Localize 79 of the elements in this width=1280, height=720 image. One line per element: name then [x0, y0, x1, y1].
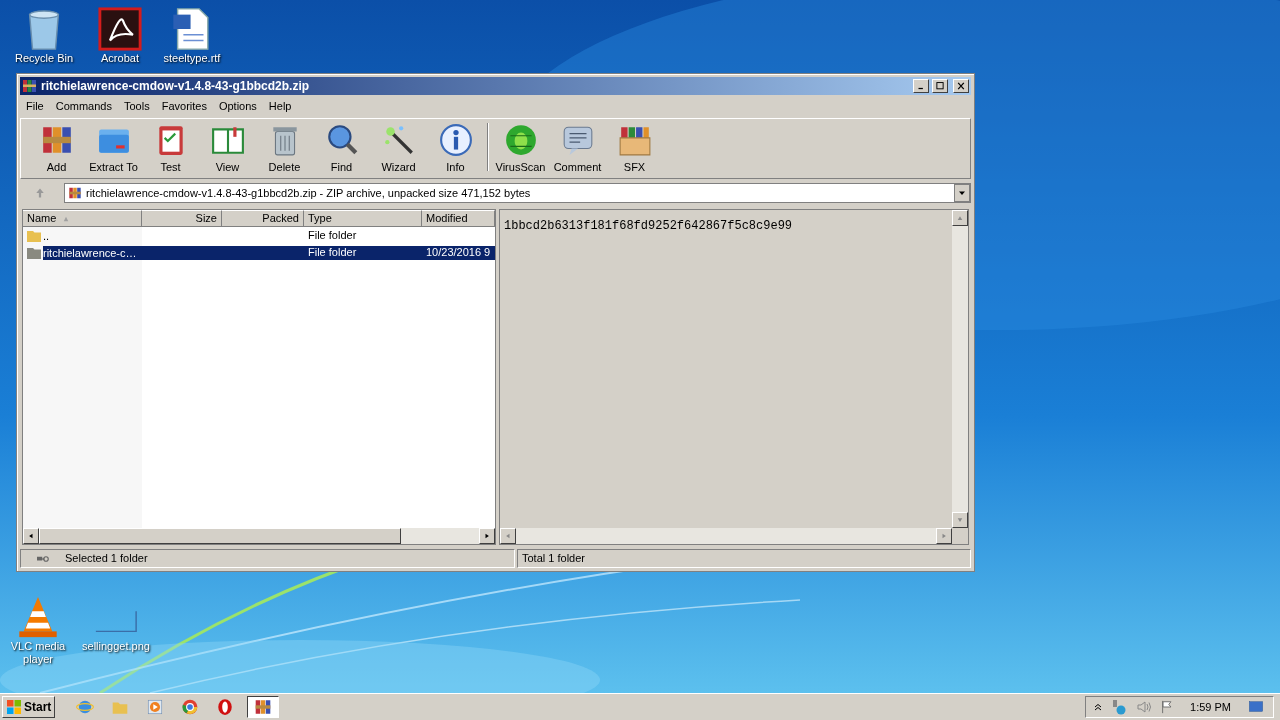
- archive-books-icon: [68, 186, 82, 201]
- scroll-right-button[interactable]: [936, 528, 952, 545]
- menu-item[interactable]: Commands: [55, 97, 112, 115]
- toolbar-button[interactable]: Info: [428, 119, 483, 176]
- address-field[interactable]: ritchielawrence-cmdow-v1.4.8-43-g1bbcd2b.zip - ZIP archive, unpacked size 471,152 bytes: [64, 183, 971, 204]
- speaker-icon: [1136, 699, 1153, 715]
- toolbar-button[interactable]: View: [200, 119, 255, 176]
- toolbar-button[interactable]: Delete: [257, 119, 312, 176]
- toolbar-button[interactable]: Extract To: [86, 119, 141, 176]
- archive-books-icon: [22, 78, 38, 94]
- file-name[interactable]: ritchielawrence-c…: [43, 245, 142, 260]
- toolbar-button[interactable]: Test: [143, 119, 198, 176]
- horizontal-scrollbar[interactable]: [23, 528, 495, 545]
- status-text: Selected 1 folder: [65, 551, 148, 567]
- horizontal-scrollbar[interactable]: [500, 528, 952, 545]
- column-header[interactable]: Packed: [222, 210, 304, 228]
- flag-icon: [1160, 699, 1175, 715]
- minimize-button[interactable]: [913, 79, 929, 93]
- toolbar-button[interactable]: SFX: [607, 119, 662, 176]
- column-header[interactable]: Name: [23, 210, 142, 228]
- file-row[interactable]: ritchielawrence-c… File folder 10/23/2016 9: [43, 245, 495, 260]
- browser-o-icon: [216, 698, 235, 716]
- scroll-down-button[interactable]: [952, 512, 968, 529]
- file-name[interactable]: ..: [43, 228, 142, 243]
- windows-logo-icon: [6, 699, 22, 715]
- scroll-up-button[interactable]: [952, 210, 968, 227]
- bug-icon: [503, 122, 538, 157]
- maximize-icon: [935, 81, 945, 91]
- close-icon: [956, 81, 966, 91]
- address-text: ritchielawrence-cmdow-v1.4.8-43-g1bbcd2b.zip - ZIP archive, unpacked size 471,152 bytes: [86, 186, 532, 201]
- scroll-left-button[interactable]: [23, 528, 39, 545]
- dropdown-button[interactable]: [954, 184, 970, 203]
- play-icon: [146, 698, 165, 716]
- toolbar-button[interactable]: Add: [29, 119, 84, 176]
- up-arrow-icon: [956, 215, 964, 222]
- file-row[interactable]: .. File folder: [43, 228, 495, 243]
- maximize-button[interactable]: [932, 79, 948, 93]
- up-arrow-icon: [34, 187, 46, 200]
- scroll-thumb[interactable]: [39, 528, 401, 545]
- info-icon: [438, 122, 473, 157]
- window-title: ritchielawrence-cmdow-v1.4.8-43-g1bbcd2b.zip: [41, 78, 311, 95]
- column-header[interactable]: Type: [304, 210, 422, 228]
- toolbar-button[interactable]: VirusScan: [493, 119, 548, 176]
- table-cell: File folder: [308, 245, 357, 260]
- start-button[interactable]: Start: [2, 696, 56, 718]
- menu-item[interactable]: File: [26, 97, 44, 115]
- chevron-up-icon: [1094, 702, 1103, 712]
- right-arrow-icon: [941, 532, 947, 541]
- show-desktop-icon: [1247, 700, 1265, 714]
- column-header[interactable]: Size: [142, 210, 222, 228]
- menu-item[interactable]: Help: [268, 97, 292, 115]
- archive-books-icon: [254, 698, 273, 716]
- close-button[interactable]: [953, 79, 969, 93]
- icon-label[interactable]: Recycle Bin: [14, 52, 74, 65]
- down-arrow-icon: [956, 517, 964, 524]
- toolbar-button[interactable]: Wizard: [371, 119, 426, 176]
- menu-item[interactable]: Options: [218, 97, 257, 115]
- left-arrow-icon: [28, 532, 34, 541]
- taskbar-app[interactable]: [247, 696, 280, 718]
- status-text: Total 1 folder: [522, 551, 585, 567]
- scroll-left-button[interactable]: [500, 528, 516, 545]
- table-cell: 10/23/2016 9: [426, 245, 491, 260]
- right-arrow-icon: [484, 532, 490, 541]
- vertical-scrollbar[interactable]: [952, 210, 968, 529]
- table-cell: File folder: [308, 228, 357, 243]
- comment-text: 1bbcd2b6313f181f68fd9252f642867f5c8c9e99: [504, 219, 793, 234]
- left-arrow-icon: [505, 532, 511, 541]
- menu-item[interactable]: Tools: [124, 97, 150, 115]
- pdf-app-icon[interactable]: [97, 6, 143, 52]
- column-header[interactable]: Modified: [422, 210, 495, 228]
- clock: 1:59 PM: [1190, 699, 1231, 715]
- toolbar-button[interactable]: Comment: [550, 119, 605, 176]
- icon-label[interactable]: Acrobat: [101, 52, 139, 65]
- menu-item[interactable]: Favorites: [161, 97, 207, 115]
- icon-label[interactable]: steeltype.rtf: [163, 52, 221, 65]
- browser-e-icon: [76, 698, 95, 716]
- browser-circle-icon: [181, 698, 200, 716]
- scroll-right-button[interactable]: [479, 528, 495, 545]
- toolbar-button[interactable]: Find: [314, 119, 369, 176]
